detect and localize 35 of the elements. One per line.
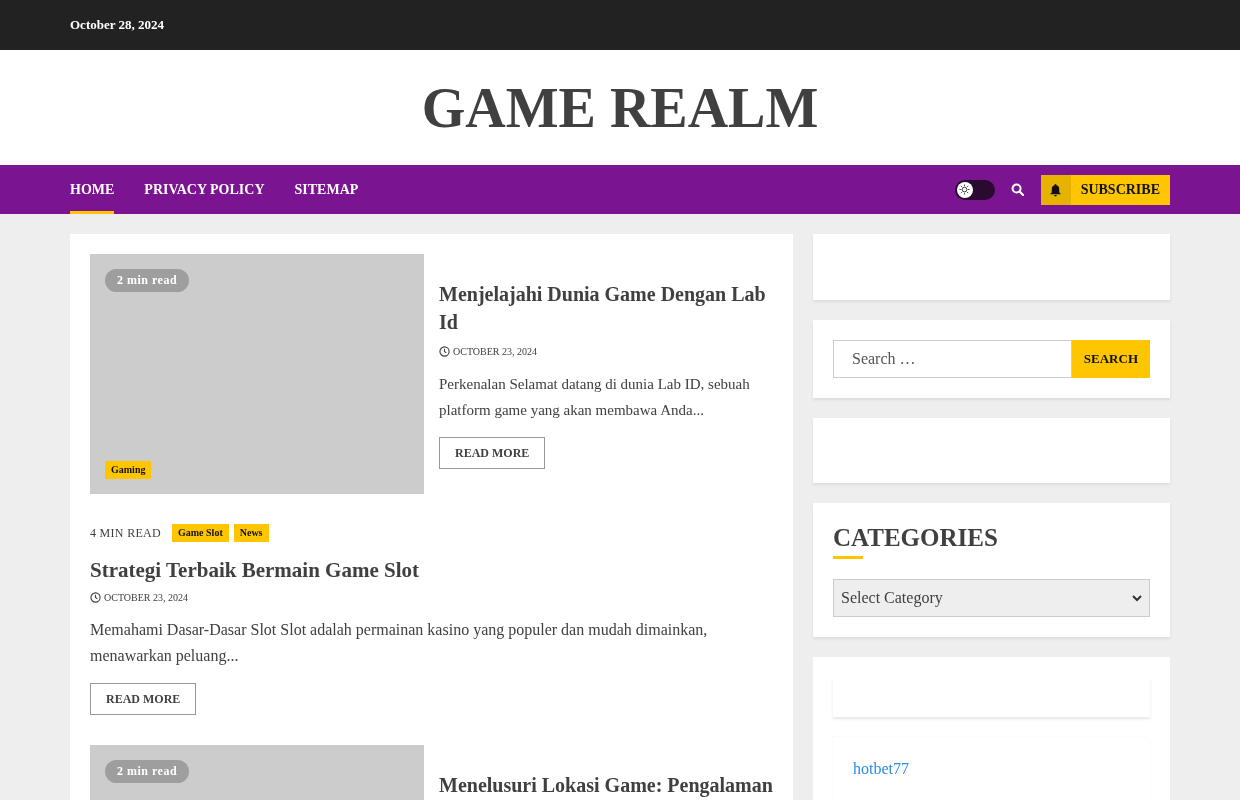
read-time-badge: 2 min read (105, 269, 190, 292)
current-date: October 28, 2024 (70, 16, 164, 35)
category-tag[interactable]: Gaming (105, 461, 152, 479)
post-date: OCTOBER 23, 2024 (453, 345, 537, 359)
search-field[interactable]: Search … (833, 340, 1072, 378)
theme-toggle[interactable] (954, 179, 995, 200)
nav-link[interactable]: HOME (70, 165, 115, 214)
widget-heading: CATEGORIES (833, 523, 999, 553)
search-button[interactable] (1009, 182, 1025, 197)
post-title[interactable]: Menjelajahi Dunia Game Dengan Lab Id (439, 280, 773, 336)
post-excerpt: Perkenalan Selamat datang di dunia Lab ID, sebuah platform game yang akan membawa Anda... (439, 375, 751, 420)
search-submit-button[interactable]: SEARCH (1071, 340, 1150, 378)
post-title[interactable]: Strategi Terbaik Bermain Game Slot (90, 556, 773, 584)
post-date: OCTOBER 23, 2024 (104, 591, 188, 605)
nav-link[interactable]: PRIVACY POLICY (144, 165, 265, 214)
category-tag[interactable]: News (233, 524, 269, 542)
subscribe-button[interactable]: SUBSCRIBE (1040, 174, 1170, 205)
search-icon (1010, 183, 1024, 196)
chevron-down-icon (1132, 594, 1142, 602)
image-placeholder[interactable]: 2 min read Gaming (90, 254, 424, 494)
nav-link[interactable]: SITEMAP (294, 165, 359, 214)
read-time: 4 MIN READ (90, 525, 161, 542)
post-title[interactable]: Menelusuri Lokasi Game: Pengalaman (439, 771, 773, 799)
post-excerpt: Memahami Dasar-Dasar Slot Slot adalah permainan kasino yang populer dan mudah dimainkan, menawarkan peluang... (90, 620, 709, 667)
category-tag[interactable]: Game Slot (172, 524, 229, 542)
clock-icon (90, 592, 101, 603)
bell-icon (1049, 182, 1063, 197)
site-title[interactable]: GAME REALM (421, 79, 819, 136)
clock-icon (439, 346, 450, 357)
sidebar-link[interactable]: hotbet77 (853, 757, 1130, 781)
read-time-badge: 2 min read (105, 760, 190, 783)
category-select[interactable]: Select Category (833, 579, 1150, 617)
sun-icon (959, 184, 971, 195)
read-more-button[interactable]: READ MORE (90, 683, 197, 715)
read-more-button[interactable]: READ MORE (439, 437, 546, 469)
